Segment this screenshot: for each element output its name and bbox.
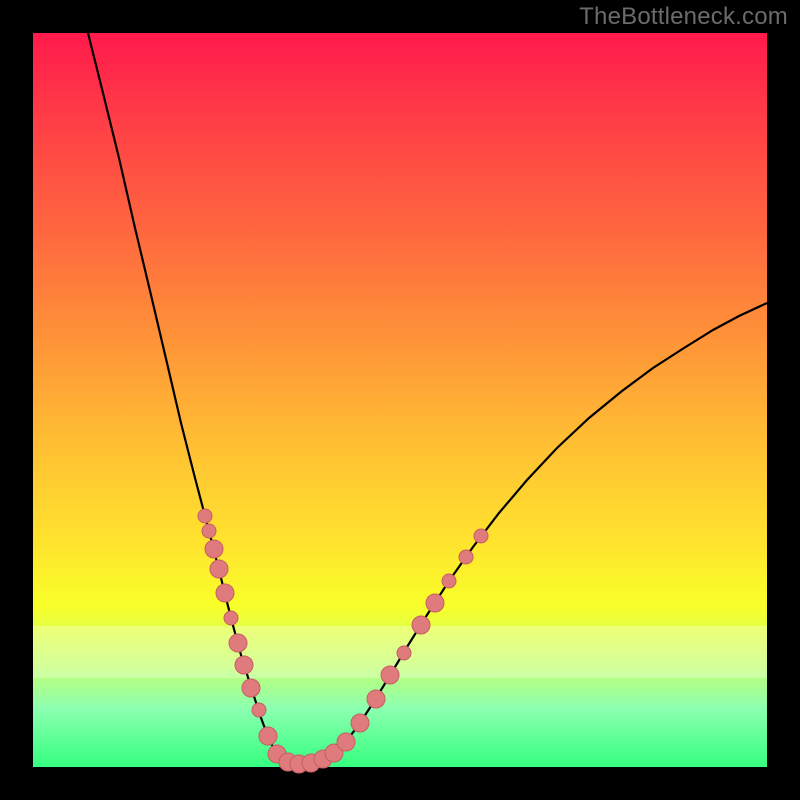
watermark-text: TheBottleneck.com [579,3,788,31]
beads-group [198,509,488,773]
outer-frame: TheBottleneck.com [0,0,800,800]
curve-svg [33,33,767,767]
bead-point [252,703,266,717]
bead-point [216,584,234,602]
bead-point [337,733,355,751]
bead-point [235,656,253,674]
bottleneck-curve [88,33,767,764]
bead-point [259,727,277,745]
bead-point [381,666,399,684]
bead-point [198,509,212,523]
bead-point [351,714,369,732]
bead-point [442,574,456,588]
bead-point [224,611,238,625]
bead-point [474,529,488,543]
bead-point [412,616,430,634]
bead-point [459,550,473,564]
bead-point [229,634,247,652]
bead-point [367,690,385,708]
bead-point [426,594,444,612]
bead-point [205,540,223,558]
bead-point [397,646,411,660]
bead-point [242,679,260,697]
bead-point [210,560,228,578]
bead-point [202,524,216,538]
